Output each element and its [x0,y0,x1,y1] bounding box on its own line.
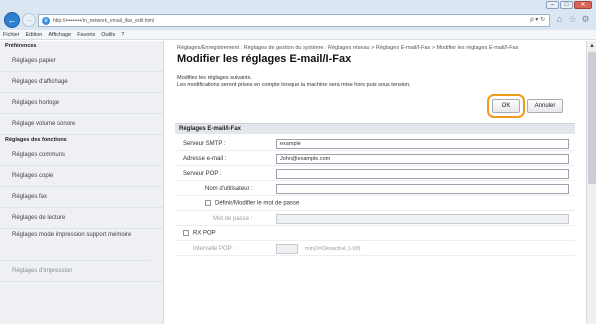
email-label: Adresse e-mail : [183,155,227,162]
password-label: Mot de passe : [213,215,253,222]
sidebar-item-common[interactable]: Réglages communs [0,145,163,166]
set-password-checkbox[interactable] [205,200,211,207]
rx-pop-label: RX POP [193,230,216,237]
password-input[interactable] [276,213,569,224]
sidebar: Préférences Réglages papier Réglages d'a… [0,41,164,324]
cancel-button[interactable]: Annuler [527,99,563,113]
username-label: Nom d'utilisateur : [205,185,253,192]
sidebar-item-memory-print[interactable]: Réglages mode impression support mémoire [0,229,150,261]
main-content: Réglages/Enregistrement : Réglages de ge… [165,41,586,324]
menu-file[interactable]: Fichier [3,32,20,38]
email-address-input[interactable]: John@example.com [276,153,569,164]
set-password-option[interactable]: Définir/Modifier le mot de passe [175,200,299,207]
sidebar-item-display[interactable]: Réglages d'affichage [0,72,163,93]
sidebar-item-copy[interactable]: Réglages copie [0,166,163,187]
scroll-up-icon[interactable]: ▲ [588,42,596,50]
scrollbar-thumb[interactable] [588,52,596,184]
address-bar[interactable]: e http://•••••••••/m_network_email_ifax_… [38,14,550,27]
menu-view[interactable]: Affichage [48,32,71,38]
menu-bar: Fichier Edition Affichage Favoris Outils… [0,30,596,40]
pop-server-input[interactable] [276,168,569,179]
breadcrumb: Réglages/Enregistrement : Réglages de ge… [177,45,519,51]
window-controls: – □ ✕ [546,1,592,9]
sidebar-section-functions: Réglages des fonctions [5,137,67,143]
sidebar-item-fax[interactable]: Réglages fax [0,187,163,208]
browser-toolbar: ← → e http://•••••••••/m_network_email_i… [0,10,596,30]
rx-pop-option[interactable]: RX POP [175,230,216,237]
minimize-button[interactable]: – [546,1,559,9]
sidebar-item-paper[interactable]: Réglages papier [0,51,163,72]
pop-interval-input[interactable] [276,243,298,254]
password-row: Mot de passe : [175,212,575,226]
rx-pop-checkbox[interactable] [183,230,189,237]
menu-favorites[interactable]: Favoris [77,32,95,38]
back-arrow-icon[interactable]: ← [4,12,20,28]
favorites-star-icon[interactable]: ☆ [567,14,578,25]
sidebar-section-preferences: Préférences [5,43,37,49]
maximize-button[interactable]: □ [560,1,573,9]
smtp-label: Serveur SMTP : [183,140,226,147]
sidebar-item-volume[interactable]: Réglage volume sonore [0,114,163,135]
menu-tools[interactable]: Outils [101,32,115,38]
menu-edit[interactable]: Edition [26,32,43,38]
smtp-server-input[interactable]: example [276,138,569,149]
forward-arrow-icon[interactable]: → [22,13,36,27]
sidebar-item-scan[interactable]: Réglages de lecture [0,208,163,229]
ie-icon: e [42,16,50,25]
page-title: Modifier les réglages E-mail/I-Fax [177,53,352,65]
smtp-row: Serveur SMTP : example [175,137,575,151]
sidebar-item-clock[interactable]: Réglages horloge [0,93,163,114]
section-header: Réglages E-mail/I-Fax [175,123,575,134]
close-button[interactable]: ✕ [574,1,592,9]
sidebar-item-print[interactable]: Réglages d'impression [0,261,163,282]
url-text: http://•••••••••/m_network_email_ifax_ed… [53,17,155,24]
username-row: Nom d'utilisateur : [175,182,575,196]
password-checkbox-row: Définir/Modifier le mot de passe [175,197,575,211]
window-titlebar: – □ ✕ [0,0,596,10]
username-input[interactable] [276,183,569,194]
description-line-2: Les modifications seront prises en compt… [177,81,411,88]
rx-pop-row: RX POP [175,227,575,241]
pop-row: Serveur POP : [175,167,575,181]
search-refresh-icon[interactable]: ρ ▾ ↻ [530,16,545,23]
gear-icon[interactable]: ⚙ [580,14,591,25]
menu-help[interactable]: ? [121,32,124,38]
pop-interval-label: Intervalle POP : [193,245,235,252]
pop-interval-row: Intervalle POP : min(0=Désactivé,1-99) [175,242,575,256]
email-row: Adresse e-mail : John@example.com [175,152,575,166]
ok-button[interactable]: OK [492,99,520,113]
pop-interval-hint: min(0=Désactivé,1-99) [305,245,361,252]
vertical-scrollbar[interactable]: ▲ [586,41,596,324]
home-icon[interactable]: ⌂ [554,14,565,25]
page-description: Modifiez les réglages suivants. Les modi… [177,75,567,88]
pop-label: Serveur POP : [183,170,222,177]
set-password-label: Définir/Modifier le mot de passe [215,200,300,207]
